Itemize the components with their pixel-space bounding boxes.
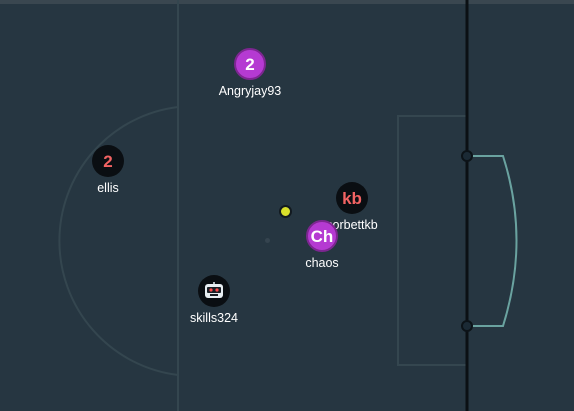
goal-post-bottom xyxy=(461,320,473,332)
player-name: Angryjay93 xyxy=(218,84,282,98)
goal-post-top xyxy=(461,150,473,162)
player-avatar xyxy=(198,275,230,307)
player-avatar: 2 xyxy=(234,48,266,80)
goal-net xyxy=(467,155,518,327)
game-field: 2 Angryjay93 2 ellis kb corbettkb Ch cha… xyxy=(0,0,574,411)
player-avatar: Ch xyxy=(306,220,338,252)
kickoff-spot xyxy=(265,238,270,243)
avatar-text: Ch xyxy=(310,226,334,246)
ball xyxy=(279,205,292,218)
player-name: skills324 xyxy=(190,311,238,325)
player-name: chaos xyxy=(305,256,339,270)
robot-face-icon xyxy=(205,282,223,298)
avatar-text: 2 xyxy=(245,54,255,74)
player-name: ellis xyxy=(97,181,119,195)
penalty-box xyxy=(397,115,467,366)
player-avatar: 2 xyxy=(92,145,124,177)
player-avatar: kb xyxy=(336,182,368,214)
avatar-text: 2 xyxy=(103,151,113,171)
avatar-text: kb xyxy=(342,188,362,208)
center-circle-arc xyxy=(58,106,179,376)
